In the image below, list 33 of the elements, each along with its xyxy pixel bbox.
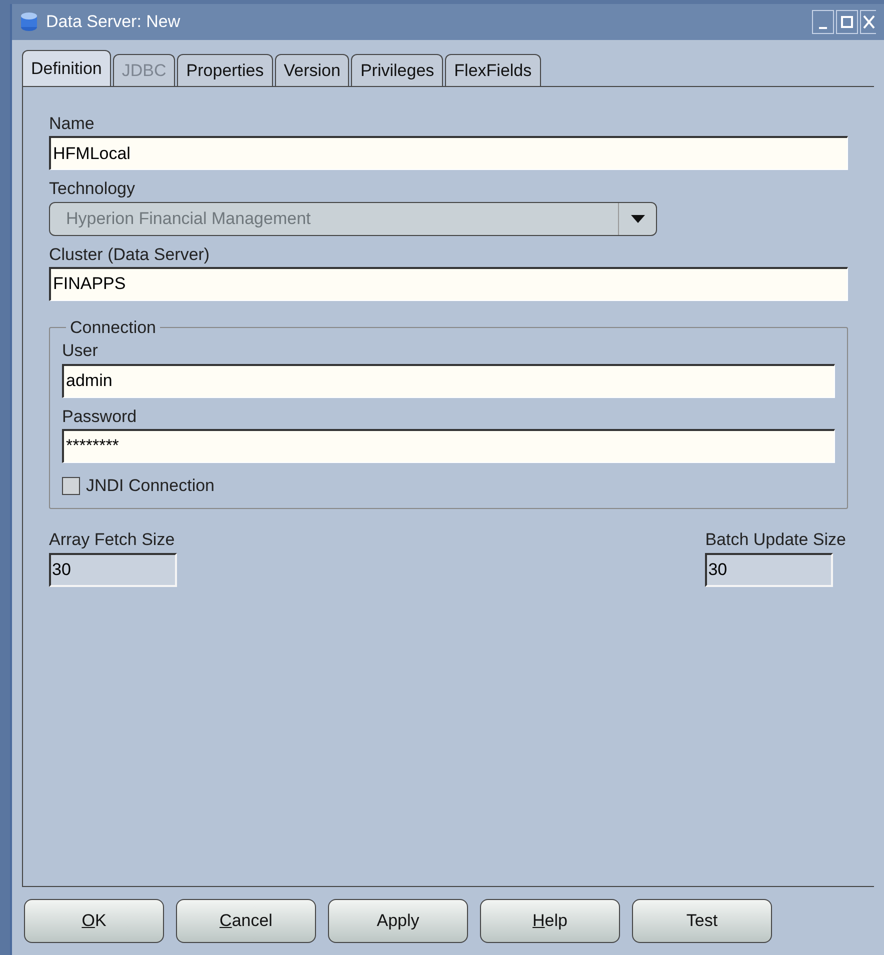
dialog-button[interactable]: Cancel (176, 899, 316, 943)
dialog-button[interactable]: Help (480, 899, 620, 943)
group-title: Connection (69, 316, 158, 339)
caret-icon (630, 214, 644, 222)
minimize-button[interactable] (812, 10, 834, 34)
checkbox[interactable] (62, 476, 80, 494)
user-field[interactable]: admin (62, 364, 835, 398)
field-label: Batch Update Size (705, 529, 846, 550)
batch-update-size-field[interactable]: 30 (705, 552, 834, 586)
close-button[interactable] (860, 10, 876, 34)
window-title: Data Server: New (46, 11, 182, 34)
array-fetch-size-field[interactable]: 30 (49, 552, 177, 586)
tab[interactable]: Properties (177, 54, 273, 86)
dialog-button[interactable]: Apply (328, 899, 468, 943)
field-label: User (62, 340, 99, 362)
dialog-button[interactable]: Test (632, 899, 772, 943)
tab[interactable]: Privileges (351, 54, 444, 86)
tab[interactable]: FlexFields (445, 54, 541, 86)
checkbox-label: JNDI Connection (86, 474, 215, 497)
name-field[interactable]: HFMLocal (49, 136, 848, 170)
dialog-button[interactable]: OK (24, 899, 164, 943)
field-label: Cluster (Data Server) (49, 244, 211, 265)
field-label: Array Fetch Size (49, 529, 176, 550)
password-field[interactable]: ******** (62, 428, 835, 463)
cluster-field[interactable]: FINAPPS (49, 266, 848, 301)
field-label: Name (49, 113, 96, 134)
database-icon (20, 12, 38, 32)
tab[interactable]: Version (274, 54, 350, 86)
field-label: Password (62, 406, 138, 427)
maximize-button[interactable] (836, 10, 858, 34)
field-label: Technology (49, 178, 136, 200)
close-icon (862, 15, 874, 29)
tab[interactable]: Definition (22, 50, 111, 86)
